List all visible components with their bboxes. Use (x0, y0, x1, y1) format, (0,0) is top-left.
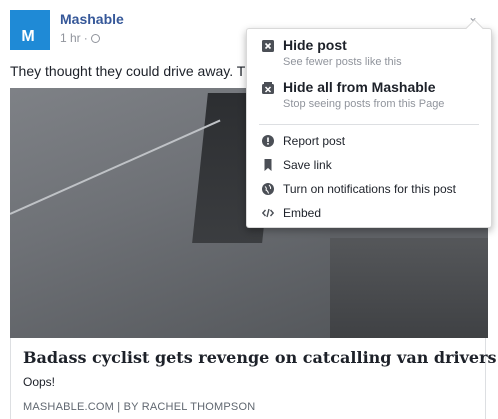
post-time[interactable]: 1 hr (60, 31, 81, 45)
globe-icon (90, 33, 100, 43)
meta-separator: · (83, 31, 88, 45)
link-description: Oops! (23, 375, 56, 389)
menu-item-title: Hide post (283, 37, 347, 53)
menu-item-title: Hide all from Mashable (283, 79, 436, 95)
globe-notification-icon (262, 183, 274, 195)
avatar[interactable]: M (10, 10, 50, 50)
menu-item-notifications[interactable]: Turn on notifications for this post (247, 181, 491, 201)
menu-item-label: Save link (283, 158, 332, 172)
menu-item-hide-post[interactable]: Hide post See fewer posts like this (247, 37, 491, 73)
code-icon (262, 208, 274, 218)
page-name-link[interactable]: Mashable (60, 11, 124, 27)
hide-all-icon (262, 82, 274, 94)
menu-item-save-link[interactable]: Save link (247, 157, 491, 177)
link-preview[interactable]: Badass cyclist gets revenge on catcallin… (10, 338, 497, 419)
menu-item-subtitle: Stop seeing posts from this Page (283, 98, 445, 110)
link-source: MASHABLE.COM | BY RACHEL THOMPSON (23, 401, 256, 413)
avatar-letter: M (21, 28, 35, 45)
menu-item-subtitle: See fewer posts like this (283, 56, 402, 68)
hide-post-icon (262, 40, 274, 52)
menu-divider (259, 124, 479, 125)
menu-item-label: Turn on notifications for this post (283, 182, 456, 196)
menu-item-label: Embed (283, 206, 322, 220)
link-title[interactable]: Badass cyclist gets revenge on catcallin… (23, 348, 497, 367)
menu-item-label: Report post (283, 134, 346, 148)
menu-item-report-post[interactable]: Report post (247, 133, 491, 153)
bookmark-icon (264, 159, 272, 171)
menu-item-hide-all[interactable]: Hide all from Mashable Stop seeing posts… (247, 79, 491, 115)
menu-item-embed[interactable]: Embed (247, 205, 491, 225)
post-options-menu: Hide post See fewer posts like this Hide… (246, 19, 492, 228)
report-icon (262, 135, 274, 147)
post-meta: 1 hr · (60, 31, 100, 45)
post-text: They thought they could drive away. T (10, 63, 246, 79)
